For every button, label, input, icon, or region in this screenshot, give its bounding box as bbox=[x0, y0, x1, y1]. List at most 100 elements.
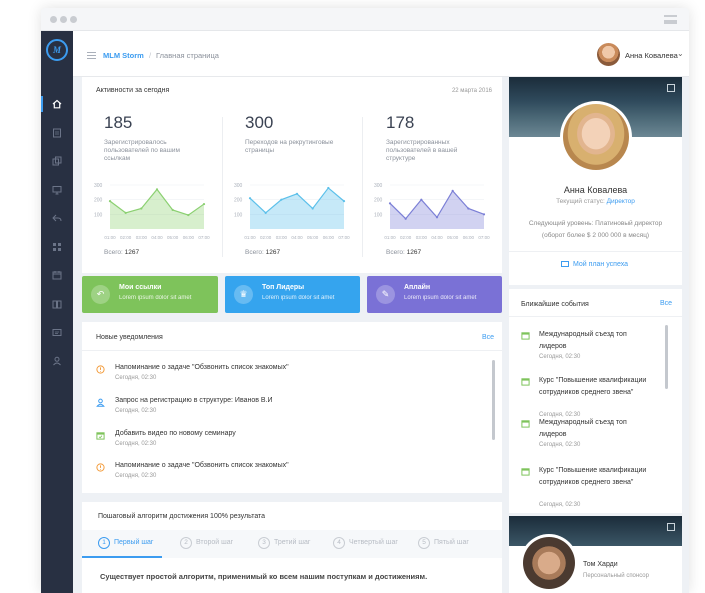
document-icon[interactable] bbox=[52, 128, 62, 138]
x-tick-label: 05:00 bbox=[447, 235, 459, 240]
data-point bbox=[140, 207, 143, 210]
window-menu-icon[interactable] bbox=[664, 15, 677, 24]
data-point bbox=[388, 202, 392, 205]
event-title: Международный съезд топ лидеров bbox=[539, 419, 627, 438]
event-item[interactable]: Международный съезд топ лидеров Сегодня,… bbox=[509, 329, 679, 369]
user-menu[interactable]: Анна Ковалева ⌄ bbox=[597, 43, 684, 67]
y-tick-label: 200 bbox=[374, 198, 383, 204]
activity-title: Активности за сегодня bbox=[96, 87, 170, 94]
user-icon[interactable] bbox=[52, 356, 62, 366]
chat-icon[interactable] bbox=[52, 328, 62, 338]
scrollbar[interactable] bbox=[492, 360, 495, 440]
top-leaders-button[interactable]: ♛ Топ Лидеры Lorem ipsum dolor sit amet bbox=[225, 276, 360, 313]
notification-item[interactable]: Напоминание о задаче "Обзвонить список з… bbox=[82, 462, 477, 492]
calendar-icon bbox=[521, 332, 530, 340]
step-number: 4 bbox=[333, 537, 345, 549]
monitor-icon[interactable] bbox=[52, 185, 62, 195]
logo[interactable]: M bbox=[46, 39, 68, 61]
action-title: Аплайн bbox=[404, 284, 431, 291]
y-tick-label: 200 bbox=[94, 198, 103, 204]
data-point bbox=[248, 197, 252, 200]
next-level-note: (оборот более $ 2 000 000 в месяц) bbox=[541, 232, 650, 239]
edit-icon: ✎ bbox=[376, 285, 395, 304]
x-tick-label: 01:00 bbox=[244, 235, 256, 240]
activity-date: 22 марта 2016 bbox=[451, 88, 492, 94]
minimize-icon[interactable] bbox=[667, 84, 675, 92]
notification-time: Сегодня, 02:30 bbox=[115, 408, 157, 414]
grid-icon[interactable] bbox=[52, 242, 62, 252]
user-name: Анна Ковалева bbox=[625, 51, 678, 60]
avatar bbox=[597, 43, 620, 66]
event-title: Курс "Повышение квалификации сотрудников… bbox=[539, 467, 647, 486]
y-tick-label: 300 bbox=[234, 183, 243, 189]
stat-total: Всего: 1267 bbox=[104, 249, 139, 256]
crown-icon: ♛ bbox=[234, 285, 253, 304]
data-point bbox=[108, 200, 112, 203]
event-item[interactable]: Курс "Повышение квалификации сотрудников… bbox=[509, 375, 679, 418]
event-item[interactable]: Международный съезд топ лидеров Сегодня,… bbox=[509, 417, 679, 457]
menu-toggle-icon[interactable] bbox=[87, 52, 96, 59]
calendar-icon[interactable] bbox=[52, 270, 62, 280]
event-item[interactable]: Курс "Повышение квалификации сотрудников… bbox=[509, 465, 679, 508]
sponsor-role: Персональный спонсор bbox=[583, 573, 649, 579]
data-point bbox=[155, 188, 159, 191]
step-label: Четвертый шаг bbox=[349, 539, 398, 546]
notifications-all-link[interactable]: Все bbox=[482, 334, 494, 341]
breadcrumb-brand[interactable]: MLM Storm bbox=[103, 51, 144, 60]
event-title: Курс "Повышение квалификации сотрудников… bbox=[539, 377, 647, 396]
reply-icon[interactable] bbox=[52, 213, 62, 223]
home-icon[interactable] bbox=[52, 99, 62, 109]
my-links-button[interactable]: ↶ Мои ссылки Lorem ipsum dolor sit amet bbox=[82, 276, 218, 313]
notification-text: Напоминание о задаче "Обзвонить список з… bbox=[115, 364, 289, 371]
profile-name: Анна Ковалева bbox=[563, 185, 628, 195]
x-tick-label: 01:00 bbox=[384, 235, 396, 240]
steps-title: Пошаговый алгоритм достижения 100% резул… bbox=[98, 513, 266, 520]
data-point bbox=[420, 198, 423, 201]
series-area bbox=[110, 189, 204, 229]
y-tick-label: 300 bbox=[374, 183, 383, 189]
x-tick-label: 07:00 bbox=[198, 235, 210, 240]
series-area bbox=[390, 190, 484, 229]
notification-item[interactable]: Напоминание о задаче "Обзвонить список з… bbox=[82, 364, 477, 394]
step-number: 3 bbox=[258, 537, 270, 549]
data-point bbox=[187, 213, 190, 217]
stat-total-value: 1267 bbox=[406, 249, 422, 256]
upline-button[interactable]: ✎ Аплайн Lorem ipsum dolor sit amet bbox=[367, 276, 502, 313]
action-subtitle: Lorem ipsum dolor sit amet bbox=[404, 295, 477, 301]
events-all-link[interactable]: Все bbox=[660, 300, 672, 307]
stat-total-label: Всего: bbox=[245, 249, 264, 256]
notification-item[interactable]: Добавить видео по новому семинару Сегодн… bbox=[82, 430, 477, 460]
stat-description: Зарегистрировалось пользователей по ваши… bbox=[104, 139, 180, 162]
notifications-card: Новые уведомления Все Напоминание о зада… bbox=[82, 322, 502, 493]
notification-text: Запрос на регистрацию в структуре: Ивано… bbox=[115, 397, 273, 404]
y-tick-label: 100 bbox=[234, 212, 243, 218]
step-label: Второй шаг bbox=[196, 539, 234, 546]
profile-card: Анна Ковалева Текущий статус: Директор С… bbox=[509, 77, 682, 285]
scrollbar[interactable] bbox=[665, 325, 668, 389]
status-value[interactable]: Директор bbox=[607, 198, 635, 205]
success-plan-label: Мой план успеха bbox=[573, 261, 629, 268]
sponsor-card: Том Харди Персональный спонсор bbox=[509, 516, 682, 593]
avatar bbox=[520, 534, 578, 592]
success-plan-link[interactable]: Мой план успеха bbox=[561, 261, 628, 268]
back-arrow-icon: ↶ bbox=[91, 285, 110, 304]
stat-value: 178 bbox=[386, 113, 415, 132]
activity-card: Активности за сегодня 22 марта 2016 185 … bbox=[82, 77, 502, 273]
stat-value: 300 bbox=[245, 113, 274, 132]
sidebar-active-indicator bbox=[41, 96, 43, 112]
data-point bbox=[171, 208, 174, 212]
stat-total: Всего: 1267 bbox=[245, 249, 280, 256]
data-point bbox=[295, 192, 299, 195]
copy-icon[interactable] bbox=[52, 156, 62, 166]
notification-item[interactable]: Запрос на регистрацию в структуре: Ивано… bbox=[82, 397, 477, 427]
user-icon bbox=[96, 398, 105, 407]
notification-time: Сегодня, 02:30 bbox=[115, 375, 157, 381]
stat-total-label: Всего: bbox=[104, 249, 123, 256]
breadcrumb-separator: / bbox=[149, 51, 152, 60]
data-point bbox=[280, 198, 283, 201]
sponsor-name: Том Харди bbox=[583, 561, 618, 568]
book-icon[interactable] bbox=[52, 299, 62, 309]
chevron-down-icon[interactable]: ⌄ bbox=[677, 49, 684, 58]
minimize-icon[interactable] bbox=[667, 523, 675, 531]
data-point bbox=[202, 202, 206, 206]
